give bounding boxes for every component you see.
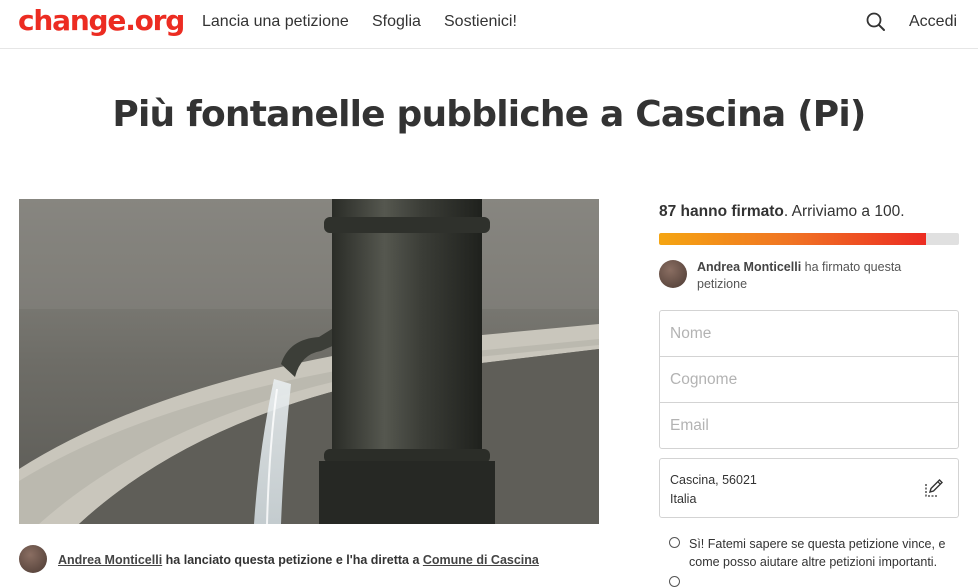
target-link[interactable]: Comune di Cascina <box>423 553 539 567</box>
last-name-field-wrapper <box>660 357 958 403</box>
location-city: Cascina, 56021 <box>670 473 757 487</box>
signature-progress-bar <box>659 233 959 245</box>
login-link[interactable]: Accedi <box>909 12 957 32</box>
search-icon[interactable] <box>865 11 887 33</box>
recent-signer-avatar <box>659 260 687 288</box>
optout-radio[interactable] <box>669 576 680 587</box>
optin-radio[interactable] <box>669 537 680 548</box>
location-field[interactable]: Cascina, 56021 Italia <box>659 458 959 518</box>
change-org-logo[interactable]: change.org <box>18 4 185 38</box>
recent-signer-text: Andrea Monticelli ha firmato questa peti… <box>697 259 927 293</box>
first-name-field-wrapper <box>660 311 958 357</box>
recent-signer-name: Andrea Monticelli <box>697 260 802 274</box>
petition-starter-line: Andrea Monticelli ha lanciato questa pet… <box>58 552 539 568</box>
first-name-field[interactable] <box>670 324 940 343</box>
email-field-wrapper <box>660 403 958 448</box>
nav-support[interactable]: Sostienici! <box>444 12 517 32</box>
nav-start-petition[interactable]: Lancia una petizione <box>202 12 349 32</box>
starter-avatar[interactable] <box>19 545 47 573</box>
location-country: Italia <box>670 492 697 506</box>
signature-progress-fill <box>659 233 926 245</box>
email-field[interactable] <box>670 416 940 435</box>
petition-title: Più fontanelle pubbliche a Cascina (Pi) <box>112 94 866 135</box>
starter-name-link[interactable]: Andrea Monticelli <box>58 553 162 567</box>
optin-text: Sì! Fatemi sapere se questa petizione vi… <box>689 537 946 569</box>
petition-hero-image <box>19 199 599 524</box>
signature-count-number: 87 hanno firmato <box>659 203 784 220</box>
top-header: change.org Lancia una petizione Sfoglia … <box>0 0 978 49</box>
fountain-illustration <box>19 199 599 524</box>
sign-form <box>659 310 959 449</box>
nav-browse[interactable]: Sfoglia <box>372 12 421 32</box>
last-name-field[interactable] <box>670 370 940 389</box>
starter-mid-text: ha lanciato questa petizione e l'ha dire… <box>162 553 423 567</box>
signature-goal: . Arriviamo a 100. <box>783 203 905 220</box>
signature-count: 87 hanno firmato. Arriviamo a 100. <box>659 202 905 222</box>
edit-location-icon[interactable] <box>924 478 944 498</box>
